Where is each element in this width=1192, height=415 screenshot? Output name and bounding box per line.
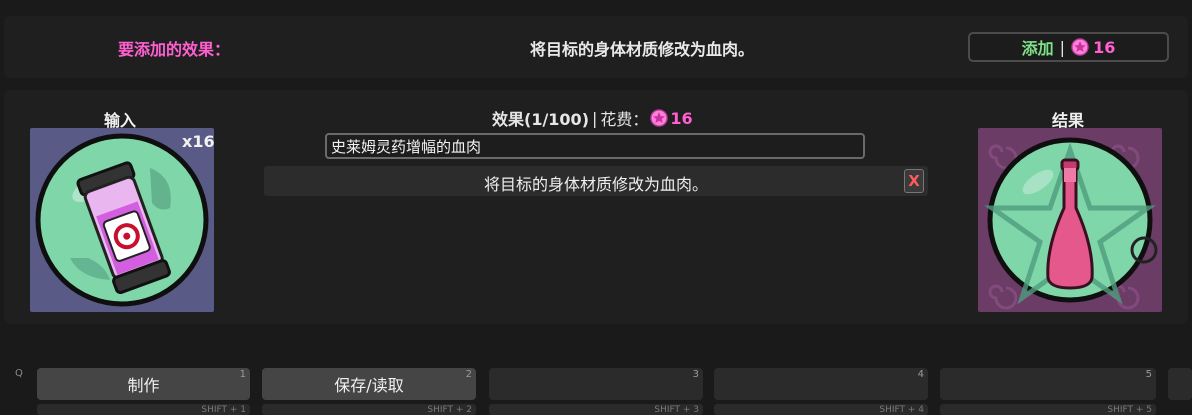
effect-row-text: 将目标的身体材质修改为血肉。 (483, 175, 708, 194)
hotbar-slot-partial[interactable] (1168, 368, 1192, 400)
shift-slot-5[interactable]: SHIFT + 5 (940, 404, 1156, 415)
effect-description: 将目标的身体材质修改为血肉。 (530, 40, 755, 59)
essence-icon (650, 109, 669, 127)
hotkey-number: 2 (465, 369, 472, 380)
shift-hotkey-label: SHIFT + 1 (201, 405, 246, 415)
shift-slot-3[interactable]: SHIFT + 3 (489, 404, 703, 415)
result-slot[interactable] (978, 128, 1162, 312)
craft-button-label: 制作 (127, 376, 160, 395)
add-cost: 16 (1093, 37, 1116, 57)
input-slot[interactable] (30, 128, 214, 312)
hotbar-slot-5[interactable]: 5 (940, 368, 1156, 400)
save-load-button-label: 保存/读取 (334, 376, 404, 395)
item-name-input[interactable] (325, 133, 865, 159)
hotkey-number: 1 (239, 369, 246, 380)
save-load-button[interactable]: 保存/读取 2 (262, 368, 476, 400)
shift-slot-4[interactable]: SHIFT + 4 (714, 404, 928, 415)
potion-bottle-icon (984, 137, 1158, 310)
effect-row[interactable]: 将目标的身体材质修改为血肉。 X (264, 166, 928, 196)
add-effect-button[interactable]: 添加 | 16 (968, 32, 1169, 62)
shift-slot-2[interactable]: SHIFT + 2 (262, 404, 476, 415)
craft-button[interactable]: 制作 1 (37, 368, 250, 400)
shift-hotkey-label: SHIFT + 4 (879, 405, 924, 415)
shift-hotkey-label: SHIFT + 2 (427, 405, 472, 415)
effect-header: 效果(1/100) | 花费： 16 (492, 106, 693, 130)
slime-elixir-icon (35, 133, 209, 307)
effect-cost: 16 (670, 108, 693, 128)
effect-count: 效果(1/100) (492, 110, 590, 129)
shift-hotkey-label: SHIFT + 5 (1107, 405, 1152, 415)
separator: | (1059, 37, 1066, 57)
hotkey-number: 4 (917, 369, 924, 380)
add-button-label: 添加 (1021, 39, 1054, 58)
cost-label: 花费： (600, 110, 649, 129)
hotbar-q-label: Q (15, 368, 23, 379)
hotkey-number: 5 (1145, 369, 1152, 380)
remove-effect-button[interactable]: X (904, 169, 924, 193)
hotbar-slot-3[interactable]: 3 (489, 368, 703, 400)
shift-slot-1[interactable]: SHIFT + 1 (37, 404, 250, 415)
hotkey-number: 3 (692, 369, 699, 380)
separator: | (592, 108, 598, 128)
shift-hotkey-label: SHIFT + 3 (654, 405, 699, 415)
input-quantity: x16 (182, 132, 215, 151)
hotbar-slot-4[interactable]: 4 (714, 368, 928, 400)
effect-to-add-label: 要添加的效果： (118, 40, 231, 59)
essence-icon (1071, 38, 1089, 56)
